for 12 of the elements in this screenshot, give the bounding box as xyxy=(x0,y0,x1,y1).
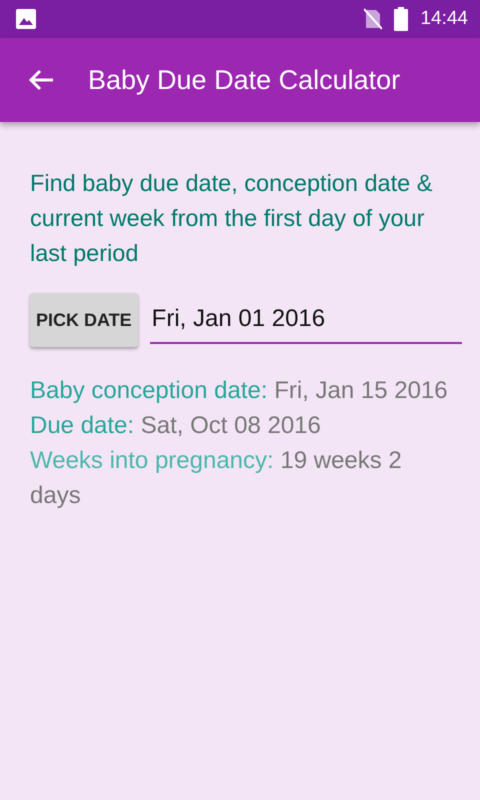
app-title: Baby Due Date Calculator xyxy=(88,64,400,96)
battery-icon xyxy=(394,7,408,31)
date-field[interactable]: Fri, Jan 01 2016 xyxy=(150,296,462,344)
status-time: 14:44 xyxy=(420,8,468,30)
result-text: Due date: Sat, Oct 08 2016 xyxy=(30,411,322,441)
back-arrow-icon[interactable] xyxy=(28,69,54,91)
result-text: Weeks into pregnancy: 19 weeks 2 days xyxy=(30,446,403,511)
no-sim-icon xyxy=(364,8,382,30)
result-text: Baby conception date: Fri, Jan 15 2016 xyxy=(30,376,449,406)
intro-text: Find baby due date, conception date & current week from the first day of your last period xyxy=(30,169,434,268)
image-icon xyxy=(16,9,36,29)
pick-date-button[interactable]: PICK DATE xyxy=(30,293,138,347)
